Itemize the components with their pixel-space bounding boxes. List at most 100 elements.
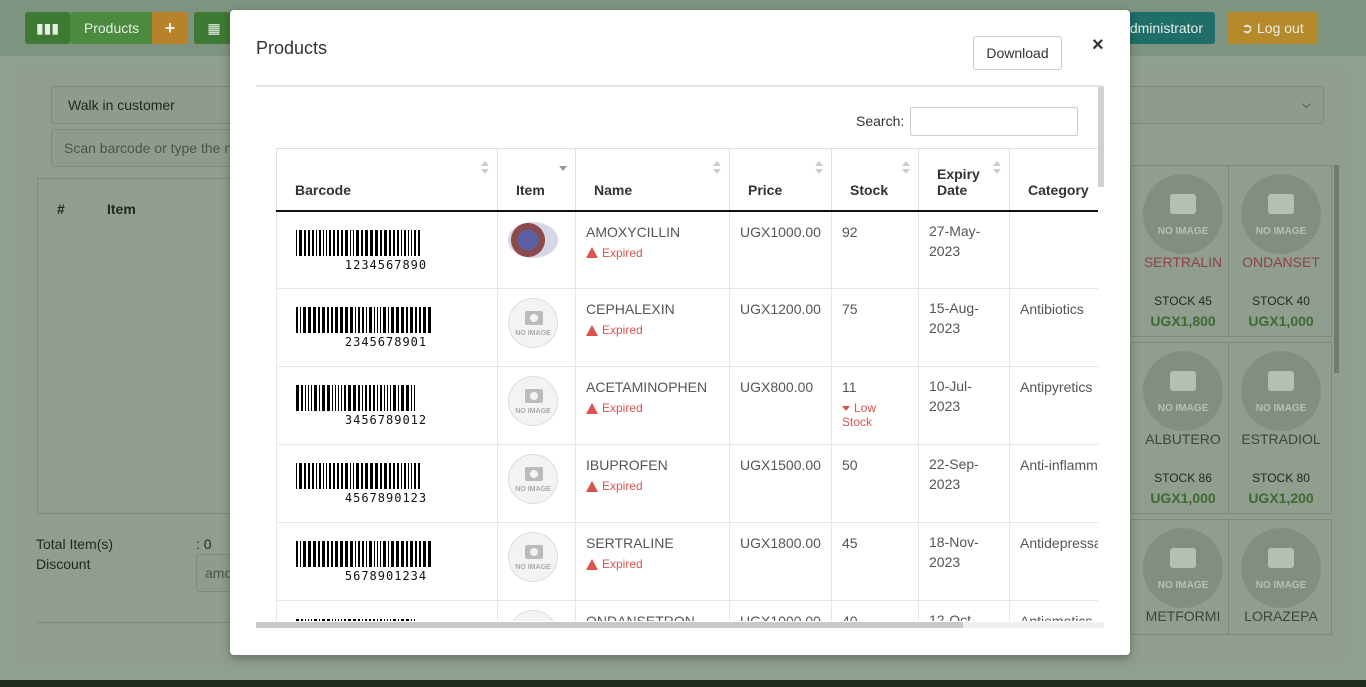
barcode-bar xyxy=(419,307,421,333)
expired-label: Expired xyxy=(602,479,643,493)
price-cell: UGX1000.00 xyxy=(729,210,832,289)
barcode-bar xyxy=(366,307,367,333)
barcode-bar xyxy=(391,307,394,333)
products-button[interactable]: Products xyxy=(70,12,153,44)
barcode-bar xyxy=(312,229,314,256)
barcode-image xyxy=(296,619,476,621)
barcode-bar xyxy=(380,619,382,621)
table-row[interactable]: 2345678901 NO IMAGE CEPHALEXIN Expired UGX12… xyxy=(276,288,1098,367)
logout-label: Log out xyxy=(1257,20,1304,36)
stock-cell: 40 xyxy=(831,600,919,621)
product-tile[interactable]: NO IMAGE METFORMI xyxy=(1130,519,1234,635)
download-button[interactable]: Download xyxy=(973,36,1062,70)
barcode-bar xyxy=(428,541,431,567)
barcode-bar xyxy=(316,229,317,256)
col-header-category[interactable]: Category xyxy=(1009,148,1098,212)
product-tile[interactable]: NO IMAGE ONDANSET STOCK 40 UGX1,000 xyxy=(1228,165,1332,337)
barcode-bar xyxy=(362,385,363,411)
admin-button[interactable]: dministrator xyxy=(1115,12,1215,44)
add-product-button[interactable]: + xyxy=(152,12,188,44)
table-row[interactable]: 3456789012 NO IMAGE ACETAMINOPHEN Expired UG… xyxy=(276,366,1098,445)
product-tile[interactable]: NO IMAGE SERTRALIN STOCK 45 UGX1,800 xyxy=(1130,165,1234,337)
search-input[interactable] xyxy=(910,107,1078,136)
stock-value: 40 xyxy=(842,613,858,621)
table-row[interactable]: 4567890123 NO IMAGE IBUPROFEN Expired UGX150… xyxy=(276,444,1098,523)
barcode-bar xyxy=(358,619,360,621)
table-row[interactable]: 1234567890 AMOXYCILLIN Expired UGX1000.00 92… xyxy=(276,210,1098,289)
product-tile[interactable]: NO IMAGE LORAZEPA xyxy=(1228,519,1332,635)
cart-col-item: Item xyxy=(107,201,136,217)
barcode-bar xyxy=(396,307,399,333)
barcode-bar xyxy=(319,385,320,411)
products-modal: Products Download × Search: Barcode Item… xyxy=(230,10,1130,655)
barcode-bar xyxy=(374,307,375,333)
barcode-bar xyxy=(362,619,363,621)
barcode-bar xyxy=(377,385,378,411)
category-cell: Antidepressa xyxy=(1009,522,1098,601)
barcode-bar xyxy=(411,385,412,411)
barcode-bar xyxy=(329,229,331,256)
tile-name: LORAZEPA xyxy=(1244,608,1318,624)
barcode-bar xyxy=(318,307,320,333)
table-row[interactable]: 5678901234 NO IMAGE SERTRALINE Expired UGX18… xyxy=(276,522,1098,601)
barcode-bar xyxy=(304,463,306,489)
barcode-bar xyxy=(303,307,306,333)
price-cell: UGX1500.00 xyxy=(729,444,832,523)
tiles-scrollbar[interactable] xyxy=(1334,165,1339,373)
stock-cell: 50 xyxy=(831,444,919,523)
warning-icon xyxy=(586,247,598,258)
no-image-icon: NO IMAGE xyxy=(1143,174,1223,254)
barcode-bar xyxy=(313,541,316,567)
table-header-row: Barcode Item Name Price Stock Expiry Dat… xyxy=(276,148,1098,212)
barcode-cell: 5678901234 xyxy=(276,522,498,601)
stock-cell: 75 xyxy=(831,288,919,367)
barcode-bar xyxy=(335,385,336,411)
barcode-image xyxy=(296,541,476,567)
barcode-bar xyxy=(344,385,346,411)
barcode-bar xyxy=(301,619,303,621)
barcode-cell xyxy=(276,600,498,621)
barcode-bar xyxy=(335,619,336,621)
col-header-item[interactable]: Item xyxy=(497,148,576,212)
barcode-bar xyxy=(384,463,387,489)
col-header-price[interactable]: Price xyxy=(729,148,832,212)
table-row[interactable]: NO IMAGE ONDANSETRONExpiredUGX1000.00 40 12… xyxy=(276,600,1098,621)
col-header-barcode[interactable]: Barcode xyxy=(276,148,498,212)
barcode-bar xyxy=(305,385,306,411)
barcode-bar xyxy=(414,463,416,489)
barcode-bar xyxy=(316,463,317,489)
tile-name: ALBUTERO xyxy=(1145,431,1221,447)
barcode-icon[interactable]: ▮▮▮ xyxy=(25,12,70,44)
barcode-bar xyxy=(369,307,372,333)
barcode-bar xyxy=(423,307,426,333)
horizontal-scrollbar-thumb[interactable] xyxy=(256,622,963,628)
barcode-bar xyxy=(404,463,406,489)
barcode-bar xyxy=(414,385,415,411)
barcode-bar xyxy=(361,229,363,256)
expiry-cell: 10-Jul-2023 xyxy=(918,366,1010,445)
category-select[interactable]: ⌵ xyxy=(1128,86,1324,124)
barcode-bar xyxy=(304,229,306,256)
name-cell: SERTRALINE Expired xyxy=(575,522,730,601)
category-cell: Antibiotics xyxy=(1009,288,1098,367)
barcode-bar xyxy=(308,307,311,333)
close-icon[interactable]: × xyxy=(1092,34,1104,57)
col-header-name[interactable]: Name xyxy=(575,148,730,212)
modal-vertical-scrollbar[interactable] xyxy=(1098,87,1104,187)
barcode-image xyxy=(296,307,476,333)
expiry-cell: 22-Sep-2023 xyxy=(918,444,1010,523)
barcode-bar xyxy=(353,385,356,411)
logout-button[interactable]: ➲ Log out xyxy=(1227,12,1318,44)
stock-value: 11 xyxy=(842,379,857,395)
barcode-bar xyxy=(353,463,354,489)
col-header-expiry[interactable]: Expiry Date xyxy=(918,148,1010,212)
barcode-bar xyxy=(428,307,431,333)
product-tile[interactable]: NO IMAGE ALBUTERO STOCK 86 UGX1,000 xyxy=(1130,342,1234,514)
barcode-bar xyxy=(358,541,360,567)
col-header-stock[interactable]: Stock xyxy=(831,148,919,212)
product-tile[interactable]: NO IMAGE ESTRADIOL STOCK 80 UGX1,200 xyxy=(1228,342,1332,514)
barcode-bar xyxy=(355,307,356,333)
grid-icon[interactable]: ▦ xyxy=(194,12,234,44)
barcode-bar xyxy=(311,385,312,411)
barcode-bar xyxy=(344,619,346,621)
